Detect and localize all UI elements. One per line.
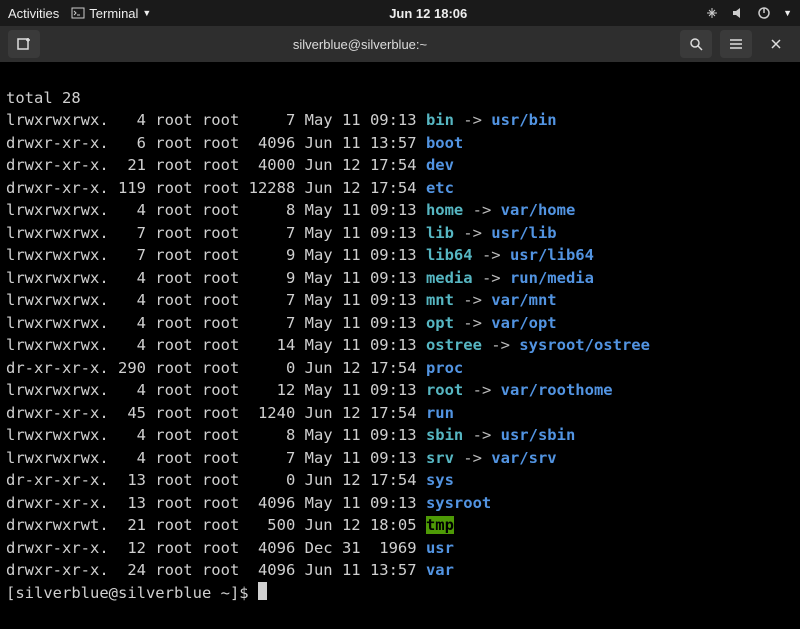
cursor	[258, 582, 267, 600]
prompt-text: [silverblue@silverblue ~]$	[6, 584, 258, 602]
prompt-line: [silverblue@silverblue ~]$	[6, 582, 794, 605]
window-title: silverblue@silverblue:~	[48, 37, 672, 52]
search-icon	[688, 36, 704, 52]
ls-row: lrwxrwxrwx. 4 root root 8 May 11 09:13 h…	[6, 199, 794, 222]
chevron-down-icon: ▼	[142, 8, 151, 18]
window-titlebar: silverblue@silverblue:~	[0, 26, 800, 62]
ls-row: lrwxrwxrwx. 4 root root 12 May 11 09:13 …	[6, 379, 794, 402]
ls-row: lrwxrwxrwx. 4 root root 8 May 11 09:13 s…	[6, 424, 794, 447]
app-menu[interactable]: Terminal ▼	[71, 6, 151, 21]
new-tab-button[interactable]	[8, 30, 40, 58]
ls-row: lrwxrwxrwx. 4 root root 7 May 11 09:13 o…	[6, 312, 794, 335]
gnome-topbar: Activities Terminal ▼ Jun 12 18:06 ▼	[0, 0, 800, 26]
search-button[interactable]	[680, 30, 712, 58]
power-icon[interactable]	[757, 6, 771, 20]
chevron-down-icon[interactable]: ▼	[783, 8, 792, 18]
ls-row: lrwxrwxrwx. 4 root root 7 May 11 09:13 b…	[6, 109, 794, 132]
ls-row: lrwxrwxrwx. 4 root root 14 May 11 09:13 …	[6, 334, 794, 357]
ls-row: lrwxrwxrwx. 7 root root 9 May 11 09:13 l…	[6, 244, 794, 267]
ls-row: lrwxrwxrwx. 4 root root 7 May 11 09:13 m…	[6, 289, 794, 312]
ls-row: dr-xr-xr-x. 290 root root 0 Jun 12 17:54…	[6, 357, 794, 380]
app-menu-label: Terminal	[89, 6, 138, 21]
clock[interactable]: Jun 12 18:06	[389, 6, 467, 21]
ls-row: drwxr-xr-x. 6 root root 4096 Jun 11 13:5…	[6, 132, 794, 155]
hamburger-icon	[728, 36, 744, 52]
ls-row: drwxr-xr-x. 119 root root 12288 Jun 12 1…	[6, 177, 794, 200]
terminal-icon	[71, 6, 85, 20]
volume-icon[interactable]	[731, 6, 745, 20]
ls-row: drwxr-xr-x. 21 root root 4000 Jun 12 17:…	[6, 154, 794, 177]
ls-row: drwxrwxrwt. 21 root root 500 Jun 12 18:0…	[6, 514, 794, 537]
ls-row: lrwxrwxrwx. 4 root root 9 May 11 09:13 m…	[6, 267, 794, 290]
terminal-output[interactable]: total 28lrwxrwxrwx. 4 root root 7 May 11…	[0, 62, 800, 629]
menu-button[interactable]	[720, 30, 752, 58]
ls-row: drwxr-xr-x. 24 root root 4096 Jun 11 13:…	[6, 559, 794, 582]
ls-row: drwxr-xr-x. 45 root root 1240 Jun 12 17:…	[6, 402, 794, 425]
ls-row: lrwxrwxrwx. 4 root root 7 May 11 09:13 s…	[6, 447, 794, 470]
total-line: total 28	[6, 87, 794, 110]
new-tab-icon	[16, 36, 32, 52]
ls-row: dr-xr-xr-x. 13 root root 0 Jun 12 17:54 …	[6, 469, 794, 492]
close-button[interactable]	[760, 30, 792, 58]
ls-row: drwxr-xr-x. 13 root root 4096 May 11 09:…	[6, 492, 794, 515]
network-icon[interactable]	[705, 6, 719, 20]
ls-row: drwxr-xr-x. 12 root root 4096 Dec 31 196…	[6, 537, 794, 560]
activities-button[interactable]: Activities	[8, 6, 59, 21]
close-icon	[769, 37, 783, 51]
ls-row: lrwxrwxrwx. 7 root root 7 May 11 09:13 l…	[6, 222, 794, 245]
